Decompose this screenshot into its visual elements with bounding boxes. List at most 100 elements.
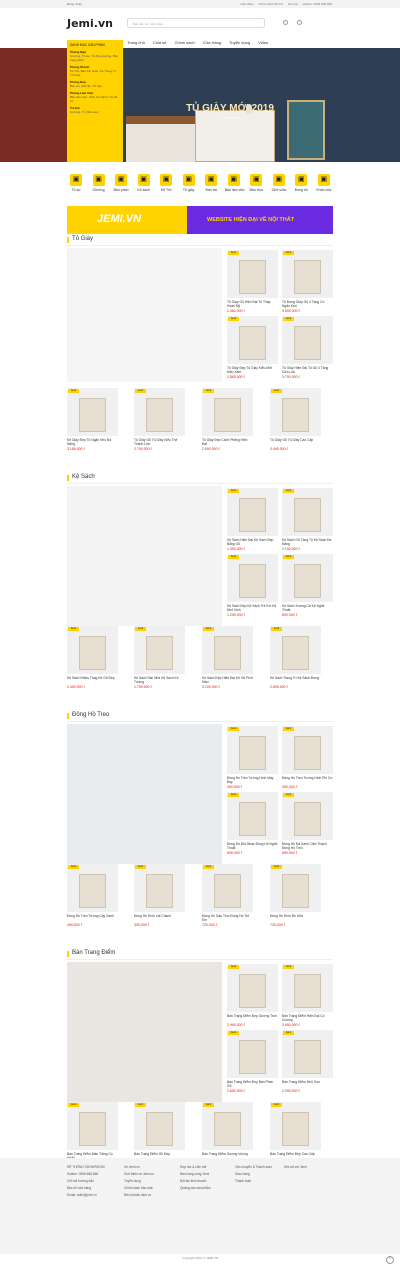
category-items[interactable]: Kệ Tivi, Bàn trà, Sofa, Kệ Trang Trí, Tủ… <box>70 69 120 77</box>
site-logo[interactable]: Jemi.vn <box>67 17 113 30</box>
product-card[interactable]: Jemi Kệ Sách Xương Cá Kệ Nghệ Thuật 890.00… <box>282 554 333 617</box>
category-group[interactable]: Phòng Khách Kệ Tivi, Bàn trà, Sofa, Kệ Tr… <box>70 65 120 77</box>
category-group[interactable]: Phòng Làm Việc Bàn làm việc, Ghế, Kệ Sách… <box>70 91 120 103</box>
product-name[interactable]: Tủ Giày Gỗ Tủ Giày Cao Cấp <box>270 438 321 446</box>
product-name[interactable]: Tủ Giày Đẹp Tủ Giày Kiểu Mới Màu Xám <box>227 366 278 374</box>
product-card[interactable]: Jemi Tủ Đựng Giày Gỗ 4 Tầng Có Ngăn Kéo 3.… <box>282 250 333 313</box>
section-title[interactable]: Tủ Giày <box>72 236 93 242</box>
footer-link[interactable]: Địa chỉ cửa hàng <box>67 1185 104 1192</box>
product-image[interactable]: Jemi <box>134 864 185 912</box>
vanity-icon[interactable]: ▣ <box>115 174 128 186</box>
category-icon-item[interactable]: ▣ Bàn Họa <box>247 174 265 196</box>
category-items[interactable]: Giường, Tủ, Bàn Học <box>70 110 120 114</box>
category-items[interactable]: Bàn làm việc, Ghế, Kệ Sách, Tủ Hồ sơ <box>70 95 120 103</box>
section-feature-image[interactable] <box>67 724 222 864</box>
product-card[interactable]: Jemi Bàn Trang Điểm Hiện Đại Có Gương 3.69… <box>282 964 333 1027</box>
product-card[interactable]: Jemi Kệ Giày Đẹp Tủ Ngăn Kéo Đa Năng 3.180… <box>67 388 118 451</box>
product-image[interactable]: Jemi <box>202 1102 253 1150</box>
product-name[interactable]: Kệ Sách Nhiều Tầng Kệ Gỗ Đẹp <box>67 676 118 684</box>
user-icon[interactable] <box>283 20 288 25</box>
product-name[interactable]: Bàn Trang Điểm Nhỏ Gọn <box>282 1080 333 1088</box>
product-name[interactable]: Đồng Hồ Treo Tường Hình Máy Bay <box>227 776 278 784</box>
product-card[interactable]: Jemi Kệ Sách Gỗ Tầng Tủ Kệ Sách Đa Năng 2.… <box>282 488 333 551</box>
product-name[interactable]: Đồng Hồ Gấu Trúc Đồng Hồ Trẻ Em <box>202 914 253 922</box>
category-icon-item[interactable]: ▣ Khác cửa <box>315 174 333 196</box>
category-icon-item[interactable]: ▣ Bàn phấn <box>112 174 130 196</box>
product-card[interactable]: Jemi Đồng Hồ Đĩa Nhạc Đồng Hồ Nghệ Thuật 6… <box>227 792 278 855</box>
category-group[interactable]: Phòng Ngủ Giường, Tủ áo, Tủ đầu giường, B… <box>70 50 120 62</box>
footer-link[interactable]: Vận chuyển & Thanh toán <box>235 1164 272 1171</box>
product-image[interactable]: Jemi <box>282 316 333 364</box>
product-card[interactable]: Jemi Kệ Sách Sàn Nhà Kệ Sách Kê Tường 1.75… <box>134 626 185 689</box>
product-card[interactable]: Jemi Kệ Sách Hiện Đại Kệ Sách Đẹp Bằng Gỗ… <box>227 488 278 551</box>
product-image[interactable]: Jemi <box>282 792 333 840</box>
product-image[interactable]: Jemi <box>67 626 118 674</box>
top-link-about[interactable]: Giới thiệu <box>240 2 253 6</box>
coffee-table-icon[interactable]: ▣ <box>205 174 218 186</box>
product-name[interactable]: Kệ Giày Đẹp Tủ Ngăn Kéo Đa Năng <box>67 438 118 446</box>
product-name[interactable]: Kệ Sách Đẹp Hiện Đại Kệ Gỗ Phối Màu <box>202 676 253 684</box>
product-card[interactable]: Jemi Kệ Sách Đẹp Kệ Sách Trẻ Em Kệ Nhỏ Xi… <box>227 554 278 617</box>
footer-link[interactable]: Bán hàng cùng Jemi <box>180 1171 210 1178</box>
product-image[interactable]: Jemi <box>227 554 278 602</box>
product-image[interactable]: Jemi <box>227 316 278 364</box>
product-image[interactable]: Jemi <box>282 964 333 1012</box>
product-image[interactable]: Jemi <box>282 1030 333 1078</box>
sofa-icon[interactable]: ▣ <box>272 174 285 186</box>
product-card[interactable]: Jemi Đồng Hồ Treo Tường Hình Máy Bay 390.0… <box>227 726 278 789</box>
footer-link[interactable]: Email: cskh@jemi.vn <box>67 1192 104 1199</box>
category-items[interactable]: Bàn ăn, Ghế ăn, Tủ bếp <box>70 84 120 88</box>
bookshelf-icon[interactable]: ▣ <box>137 174 150 186</box>
product-image[interactable]: Jemi <box>282 554 333 602</box>
product-name[interactable]: Kệ Sách Sàn Nhà Kệ Sách Kê Tường <box>134 676 185 684</box>
product-image[interactable]: Jemi <box>67 864 118 912</box>
search-input[interactable]: Bạn cần tìm sản phẩm... <box>127 18 265 28</box>
category-icon-item[interactable]: ▣ Bàn làm việc <box>225 174 245 196</box>
product-image[interactable]: Jemi <box>282 488 333 536</box>
product-name[interactable]: Bàn Trang Điểm Đẹp Bàn Phấn Gỗ <box>227 1080 278 1088</box>
login-link[interactable]: Đăng nhập <box>67 2 82 6</box>
product-name[interactable]: Đồng Hồ Treo Tường Cây Xanh <box>67 914 118 922</box>
ad-banner[interactable]: JEMI.VN WEBSITE HIỆN ĐẠI VỀ NỘI THẤT <box>67 206 333 234</box>
category-group[interactable]: Phòng Bếp Bàn ăn, Ghế ăn, Tủ bếp <box>70 80 120 88</box>
footer-link[interactable]: Kết nối với Jemi <box>284 1164 307 1171</box>
product-card[interactable]: Jemi Tủ Giày Gỗ Hiện Đại Tủ Tháp Hoàn Mỹ 2… <box>227 250 278 313</box>
footer-link[interactable]: Chính sách bảo mật <box>124 1185 154 1192</box>
product-name[interactable]: Kệ Sách Xương Cá Kệ Nghệ Thuật <box>282 604 333 612</box>
door-icon[interactable]: ▣ <box>317 174 330 186</box>
product-image[interactable]: Jemi <box>270 388 321 436</box>
product-name[interactable]: Đồng Hồ Hình Bò Sữa <box>270 914 321 922</box>
footer-link[interactable]: Tuyển dụng <box>124 1178 154 1185</box>
footer-link[interactable]: Hotline: 0906.666.666 <box>67 1171 104 1178</box>
shoe-cabinet-icon[interactable]: ▣ <box>182 174 195 186</box>
product-image[interactable]: Jemi <box>227 964 278 1012</box>
product-card[interactable]: Jemi Bàn Trang Điểm Đẹp Gương Tròn 2.990.0… <box>227 964 278 1027</box>
category-icon-item[interactable]: ▣ Giường <box>90 174 108 196</box>
footer-link[interactable]: Thanh toán <box>235 1178 272 1185</box>
product-image[interactable]: Jemi <box>202 864 253 912</box>
nav-item-home[interactable]: Trang chủ <box>127 40 145 45</box>
product-card[interactable]: Jemi Tủ Giày Gỗ Tủ Giày Cao Cấp 3.490.000 … <box>270 388 321 451</box>
product-image[interactable]: Jemi <box>227 1030 278 1078</box>
section-title[interactable]: Bàn Trang Điểm <box>72 950 115 956</box>
footer-link[interactable]: Giới thiệu về Jemi.vn <box>124 1171 154 1178</box>
product-card[interactable]: Jemi Kệ Sách Trang Trí Kệ Sách Đứng 2.890.… <box>270 626 321 689</box>
tv-shelf-icon[interactable]: ▣ <box>160 174 173 186</box>
section-title[interactable]: Kệ Sách <box>72 474 95 480</box>
product-name[interactable]: Kệ Sách Trang Trí Kệ Sách Đứng <box>270 676 321 684</box>
product-card[interactable]: JemiBàn Trang Điểm Đẹp Cao Cấp3.590.000 … <box>270 1102 321 1165</box>
product-image[interactable]: Jemi <box>282 726 333 774</box>
product-card[interactable]: Jemi Kệ Sách Đẹp Hiện Đại Kệ Gỗ Phối Màu 3… <box>202 626 253 689</box>
bed-icon[interactable]: ▣ <box>92 174 105 186</box>
product-name[interactable]: Đồng Hồ Hình Lát Chanh <box>134 914 185 922</box>
section-feature-image[interactable] <box>67 248 222 382</box>
product-card[interactable]: JemiBàn Trang Điểm Gương Vuông3.190.000 … <box>202 1102 253 1165</box>
wardrobe-icon[interactable]: ▣ <box>70 174 82 186</box>
product-name[interactable]: Bàn Trang Điểm Hiện Đại Có Gương <box>282 1014 333 1022</box>
product-card[interactable]: JemiBàn Trang Điểm Gỗ Đẹp2.790.000 ₫ <box>134 1102 185 1165</box>
category-group[interactable]: Trẻ Em Giường, Tủ, Bàn Học <box>70 106 120 114</box>
desk-icon[interactable]: ▣ <box>227 174 240 186</box>
product-image[interactable]: Jemi <box>202 626 253 674</box>
product-name[interactable]: Tủ Giày Gỗ Hiện Đại Tủ Tháp Hoàn Mỹ <box>227 300 278 308</box>
footer-link[interactable]: Điều khoản dịch vụ <box>124 1192 154 1199</box>
